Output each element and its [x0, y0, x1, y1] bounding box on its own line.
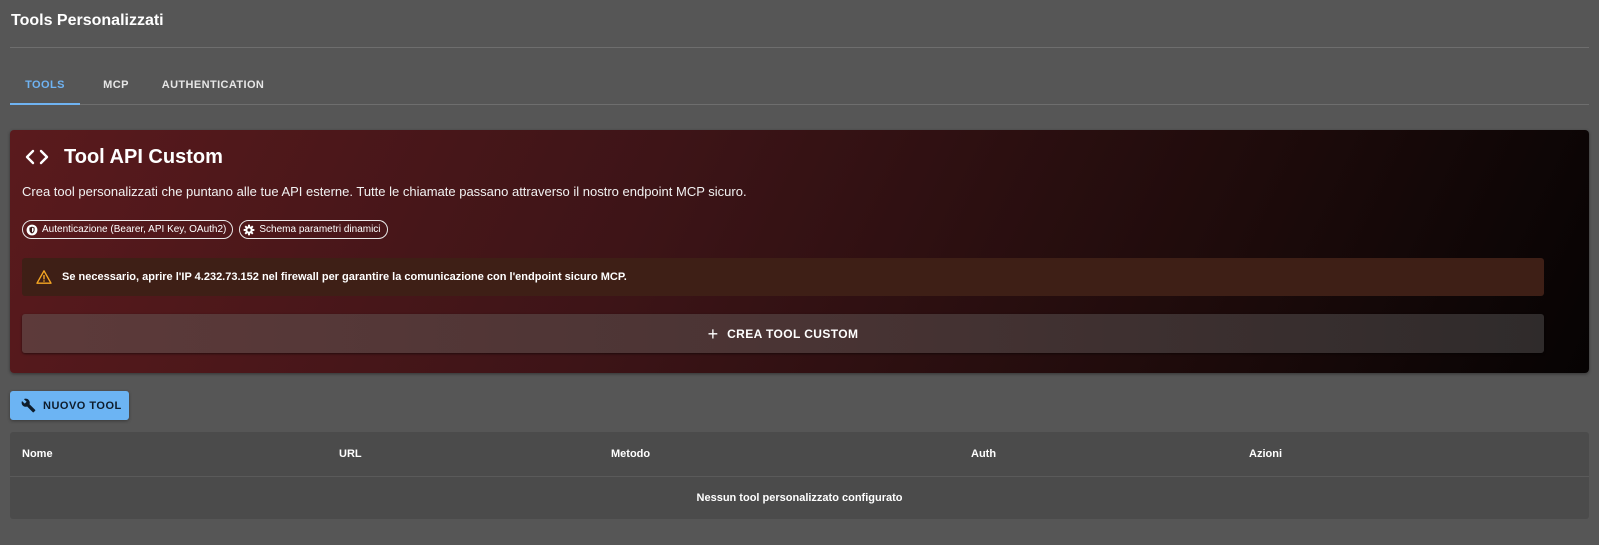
- feature-chips: Autenticazione (Bearer, API Key, OAuth2): [22, 220, 388, 239]
- chip-authentication-label: Autenticazione (Bearer, API Key, OAuth2): [42, 224, 227, 235]
- card-header: Tool API Custom: [24, 144, 223, 170]
- chip-authentication: Autenticazione (Bearer, API Key, OAuth2): [22, 220, 234, 239]
- chip-dynamic-schema: Schema parametri dinamici: [239, 220, 388, 239]
- firewall-warning-alert: Se necessario, aprire l'IP 4.232.73.152 …: [22, 258, 1544, 296]
- column-header-azioni: Azioni: [1249, 448, 1282, 460]
- create-custom-tool-label: CREA TOOL CUSTOM: [727, 326, 859, 341]
- empty-table-message: Nessun tool personalizzato configurato: [696, 492, 903, 504]
- code-brackets-icon: [24, 147, 50, 167]
- warning-icon: [36, 270, 52, 284]
- column-header-nome[interactable]: Nome: [22, 432, 53, 476]
- card-description: Crea tool personalizzati che puntano all…: [22, 184, 747, 199]
- custom-api-tool-card: Tool API Custom Crea tool personalizzati…: [10, 130, 1589, 373]
- table-header: Nome URL Metodo Auth Azioni: [10, 432, 1589, 477]
- gear-icon: [243, 224, 255, 235]
- tab-authentication[interactable]: AUTHENTICATION: [156, 67, 270, 104]
- page-title: Tools Personalizzati: [11, 12, 164, 29]
- wrench-icon: [21, 398, 36, 413]
- chip-dynamic-schema-label: Schema parametri dinamici: [259, 224, 381, 235]
- tab-mcp[interactable]: MCP: [92, 67, 140, 104]
- plus-icon: +: [707, 323, 719, 344]
- shield-icon: [26, 224, 38, 235]
- custom-tools-table: Nome URL Metodo Auth Azioni Nessun tool …: [10, 432, 1589, 519]
- tab-bar: TOOLS MCP AUTHENTICATION: [10, 67, 1589, 105]
- column-header-url[interactable]: URL: [339, 432, 362, 476]
- tab-tools[interactable]: TOOLS: [10, 67, 80, 105]
- title-divider: [10, 47, 1589, 48]
- new-tool-label: NUOVO TOOL: [43, 399, 122, 412]
- alert-text: Se necessario, aprire l'IP 4.232.73.152 …: [62, 271, 627, 283]
- create-custom-tool-button[interactable]: + CREA TOOL CUSTOM: [22, 314, 1544, 353]
- card-title: Tool API Custom: [64, 145, 223, 168]
- column-header-metodo[interactable]: Metodo: [611, 432, 650, 476]
- new-tool-button[interactable]: NUOVO TOOL: [10, 391, 129, 420]
- column-header-auth[interactable]: Auth: [971, 432, 996, 476]
